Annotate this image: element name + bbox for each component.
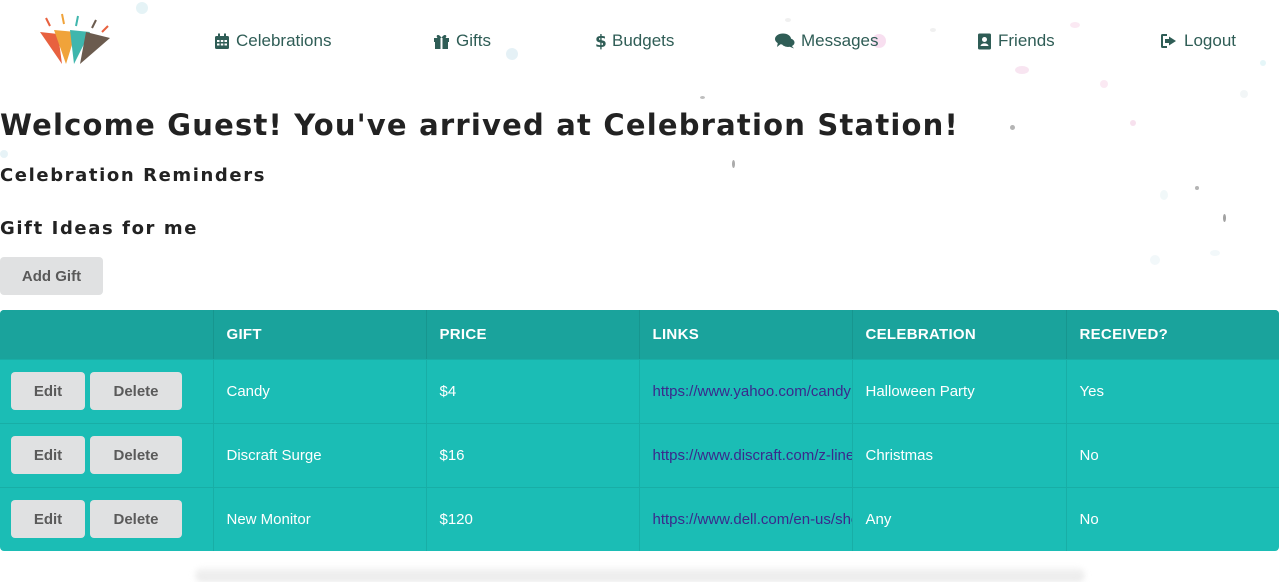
table-row: Edit Delete New Monitor $120 https://www…	[0, 486, 1279, 551]
nav-budgets-label: Budgets	[612, 31, 675, 50]
add-gift-button[interactable]: Add Gift	[0, 257, 103, 295]
celebration-cell: Halloween Party	[851, 358, 1066, 423]
party-hat-logo-icon[interactable]	[36, 12, 114, 66]
column-header-price[interactable]: PRICE	[425, 310, 639, 359]
calendar-icon	[215, 33, 229, 49]
price-cell: $120	[425, 486, 639, 551]
delete-button[interactable]: Delete	[90, 372, 182, 410]
edit-button[interactable]: Edit	[11, 500, 85, 539]
column-header-links[interactable]: LINKS	[638, 310, 852, 359]
gift-cell: Candy	[212, 358, 426, 423]
nav-gifts-label: Gifts	[456, 31, 491, 50]
celebration-reminders-heading: Celebration Reminders	[0, 165, 267, 186]
gift-cell: New Monitor	[212, 486, 426, 551]
column-header-gift[interactable]: GIFT	[212, 310, 426, 359]
nav-logout[interactable]: Logout	[1160, 29, 1236, 53]
received-cell: No	[1065, 422, 1279, 487]
svg-text:$: $	[595, 32, 606, 50]
dollar-icon: $	[595, 32, 606, 50]
edit-button[interactable]: Edit	[11, 436, 85, 474]
column-header-celebration[interactable]: CELEBRATION	[851, 310, 1066, 359]
nav-messages[interactable]: Messages	[775, 29, 878, 53]
nav-friends-label: Friends	[998, 31, 1055, 50]
gift-ideas-heading: Gift Ideas for me	[0, 218, 199, 239]
nav-messages-label: Messages	[801, 31, 879, 50]
celebration-cell: Any	[851, 486, 1066, 551]
gift-icon	[434, 34, 449, 49]
received-cell: Yes	[1065, 358, 1279, 423]
table-header-row: GIFT PRICE LINKS CELEBRATION RECEIVED?	[0, 310, 1279, 359]
nav-celebrations-label: Celebrations	[236, 31, 332, 50]
delete-button[interactable]: Delete	[90, 436, 182, 474]
row-actions: Edit Delete	[0, 358, 213, 423]
nav-budgets[interactable]: $ Budgets	[594, 29, 674, 53]
row-actions: Edit Delete	[0, 486, 213, 551]
link-cell[interactable]: https://www.discraft.com/z-line	[638, 422, 852, 487]
top-nav: Celebrations Gifts $ Budgets Messages Fr…	[0, 0, 1279, 82]
delete-button[interactable]: Delete	[90, 500, 182, 539]
column-header-received[interactable]: RECEIVED?	[1065, 310, 1279, 359]
nav-friends[interactable]: Friends	[977, 29, 1055, 53]
gift-ideas-table: GIFT PRICE LINKS CELEBRATION RECEIVED? E…	[0, 310, 1279, 551]
link-cell[interactable]: https://www.dell.com/en-us/shop	[638, 486, 852, 551]
comments-icon	[775, 33, 795, 49]
link-cell[interactable]: https://www.yahoo.com/candy	[638, 358, 852, 423]
table-row: Edit Delete Discraft Surge $16 https://w…	[0, 422, 1279, 487]
nav-logout-label: Logout	[1184, 31, 1236, 50]
sign-out-icon	[1161, 34, 1176, 48]
celebration-cell: Christmas	[851, 422, 1066, 487]
edit-button[interactable]: Edit	[11, 372, 85, 410]
footer-shadow	[195, 568, 1085, 582]
price-cell: $16	[425, 422, 639, 487]
column-header-actions	[0, 310, 213, 359]
row-actions: Edit Delete	[0, 422, 213, 487]
page-title: Welcome Guest! You've arrived at Celebra…	[0, 108, 959, 142]
gift-cell: Discraft Surge	[212, 422, 426, 487]
address-book-icon	[978, 33, 991, 49]
price-cell: $4	[425, 358, 639, 423]
nav-gifts[interactable]: Gifts	[433, 29, 491, 53]
table-row: Edit Delete Candy $4 https://www.yahoo.c…	[0, 358, 1279, 423]
nav-celebrations[interactable]: Celebrations	[214, 29, 331, 53]
received-cell: No	[1065, 486, 1279, 551]
